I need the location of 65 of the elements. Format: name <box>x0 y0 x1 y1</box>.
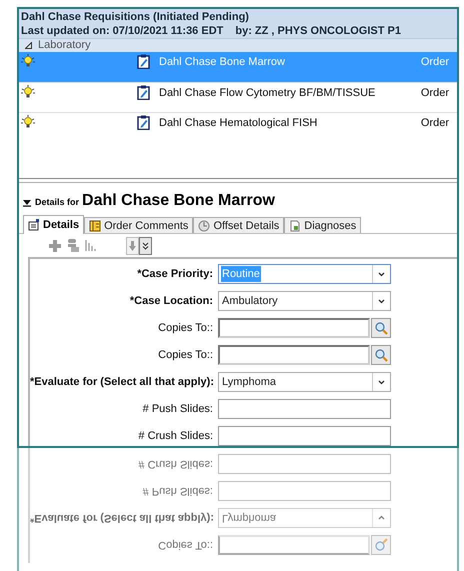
input-field[interactable] <box>218 318 370 338</box>
lightbulb-icon <box>21 85 35 99</box>
search-icon <box>374 322 388 334</box>
author-text: by: ZZ , PHYS ONCOLOGIST P1 <box>235 24 401 38</box>
field-label: Copies To:: <box>157 538 214 554</box>
collapse-icon[interactable] <box>22 199 32 208</box>
down-arrow-icon <box>129 240 136 251</box>
clipboard-icon <box>137 54 150 69</box>
chevron-icon <box>378 516 385 520</box>
input-field[interactable] <box>218 345 370 365</box>
input-field[interactable] <box>218 535 370 555</box>
details-title: Dahl Chase Bone Marrow <box>82 191 275 212</box>
details-prefix: Details for <box>35 196 80 209</box>
field-label: # Push Slides: <box>142 484 214 500</box>
document-icon <box>28 219 40 232</box>
search-button[interactable] <box>371 535 391 555</box>
tab[interactable]: Details <box>23 215 84 234</box>
input-field[interactable] <box>218 399 391 419</box>
field-label: # Crush Slides: <box>137 428 214 444</box>
notes-icon <box>89 220 102 232</box>
tab[interactable]: Order Comments <box>84 217 194 234</box>
clock-icon <box>198 220 210 232</box>
input-field[interactable] <box>218 481 391 501</box>
lightbulb-icon <box>21 54 35 68</box>
order-name: Dahl Chase Bone Marrow <box>159 55 286 70</box>
clipboard-icon <box>137 85 150 100</box>
field-label: *Evaluate for (Select all that apply): <box>30 374 215 390</box>
order-type: Order <box>420 55 449 70</box>
clipboard-icon <box>137 115 150 130</box>
input-field[interactable] <box>218 454 391 474</box>
field-label: Copies To:: <box>157 320 214 336</box>
group-label: Laboratory <box>38 38 91 54</box>
order-name: Dahl Chase Flow Cytometry BF/BM/TISSUE <box>159 86 376 101</box>
field-label: *Evaluate for (Select all that apply): <box>30 511 215 526</box>
lightbulb-icon <box>21 115 35 129</box>
tab[interactable]: Offset Details <box>193 217 284 234</box>
field-label: # Crush Slides: <box>137 457 214 472</box>
search-icon <box>374 348 388 362</box>
bar-chart-icon[interactable] <box>85 240 96 252</box>
collapse-icon[interactable] <box>25 42 32 49</box>
input-field[interactable] <box>218 426 391 446</box>
field-label: *Case Priority: <box>136 266 214 282</box>
dropdown-field[interactable]: Lymphoma <box>218 508 391 528</box>
search-button[interactable] <box>371 345 391 365</box>
search-button[interactable] <box>371 318 391 338</box>
order-name: Dahl Chase Hematological FISH <box>159 116 318 131</box>
dropdown-field[interactable]: Lymphoma <box>218 372 391 392</box>
chevron-icon <box>378 298 385 304</box>
chevron-icon <box>378 380 385 384</box>
field-label: *Case Location: <box>128 294 214 309</box>
file-icon <box>289 220 302 232</box>
window-title: Dahl Chase Requisitions (Initiated Pending) <box>21 10 250 24</box>
stack-icon[interactable] <box>67 239 79 252</box>
search-icon <box>374 538 388 552</box>
expand-button[interactable] <box>139 236 152 255</box>
add-icon[interactable] <box>49 240 61 252</box>
field-label: Copies To:: <box>157 348 214 363</box>
double-chevron-icon <box>142 242 149 250</box>
order-type: Order <box>420 116 449 131</box>
updated-text: Last updated on: 07/10/2021 11:36 EDT <box>21 24 224 38</box>
chevron-icon <box>378 272 385 276</box>
dropdown-field[interactable]: Ambulatory <box>218 291 391 311</box>
tab[interactable]: Diagnoses <box>284 217 362 234</box>
order-type: Order <box>420 86 449 101</box>
field-label: # Push Slides: <box>142 402 214 417</box>
